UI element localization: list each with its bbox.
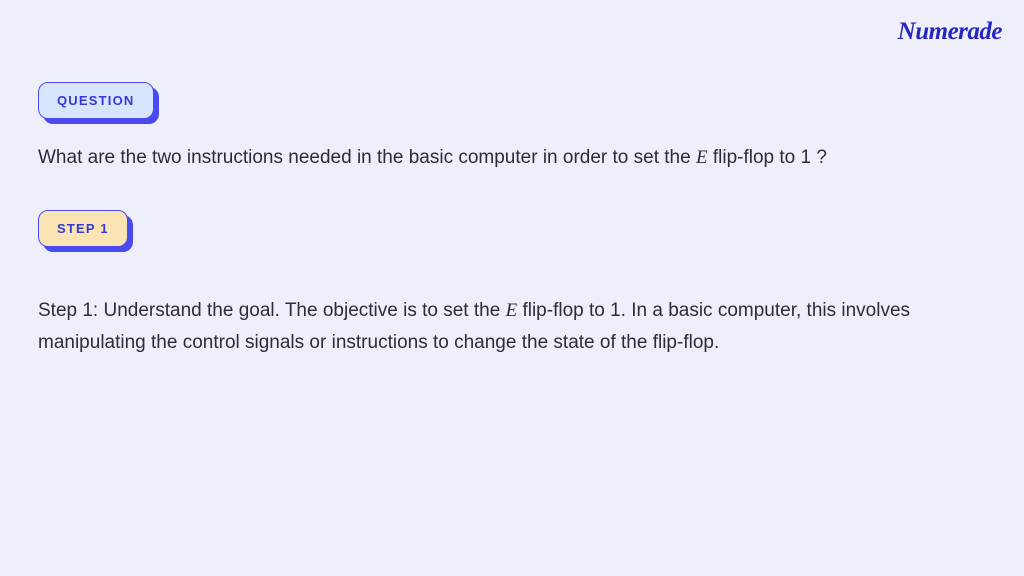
question-text: What are the two instructions needed in …	[38, 143, 986, 172]
question-pre: What are the two instructions needed in …	[38, 147, 696, 168]
step1-badge-wrapper: STEP 1	[38, 210, 128, 247]
step1-text: Step 1: Understand the goal. The objecti…	[38, 295, 986, 358]
main-content: QUESTION What are the two instructions n…	[0, 0, 1024, 358]
step1-badge: STEP 1	[38, 210, 128, 247]
question-post: flip-flop to 1 ?	[708, 147, 827, 168]
brand-logo: Numerade	[898, 18, 1002, 46]
question-math-var: E	[696, 147, 708, 168]
step1-math-var: E	[506, 300, 518, 321]
question-badge-wrapper: QUESTION	[38, 82, 154, 119]
question-badge: QUESTION	[38, 82, 154, 119]
step1-pre: Step 1: Understand the goal. The objecti…	[38, 300, 506, 321]
